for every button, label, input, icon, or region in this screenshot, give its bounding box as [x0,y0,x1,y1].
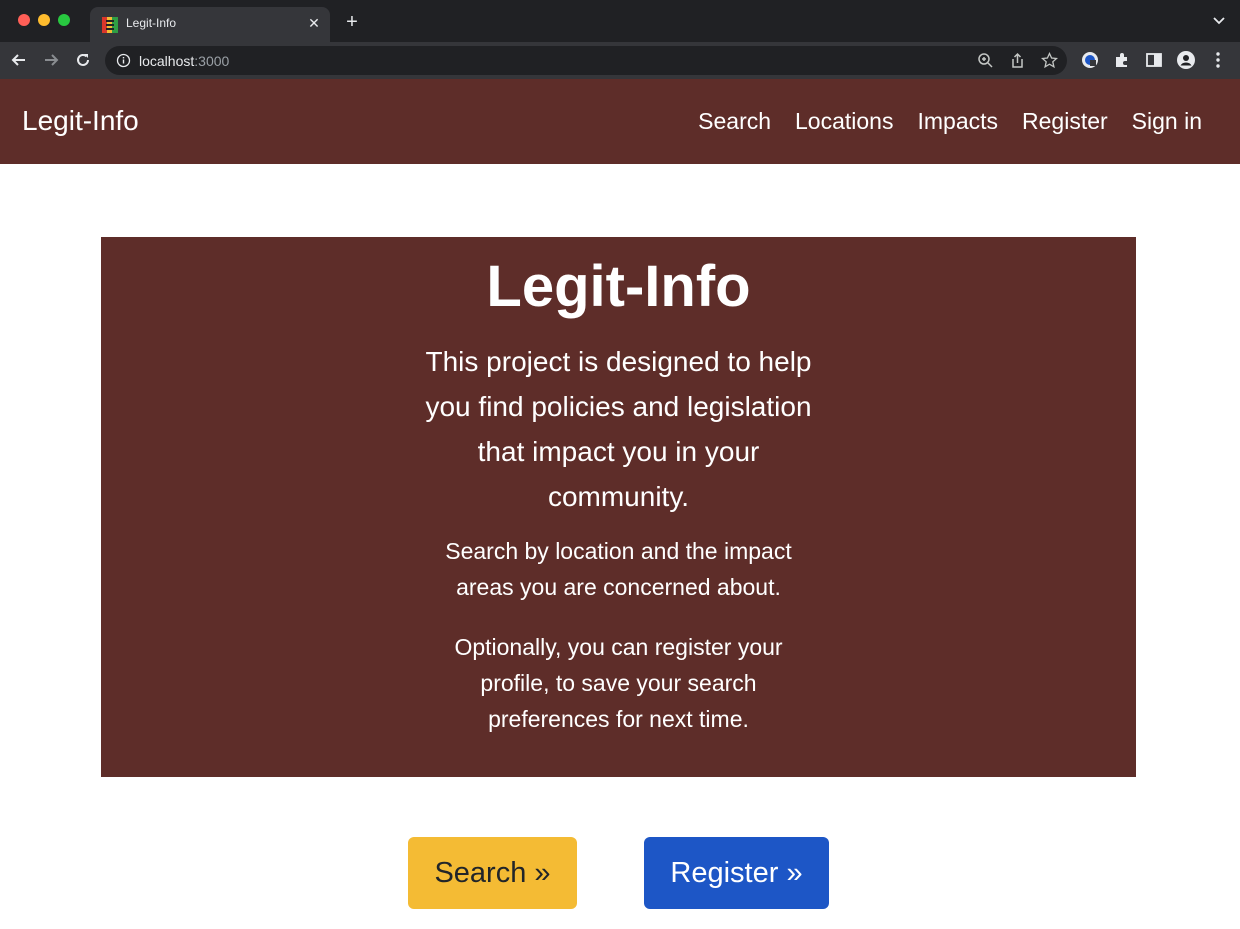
browser-toolbar: localhost:3000 [0,42,1240,79]
extensions-puzzle-icon[interactable] [1112,50,1132,70]
zoom-icon[interactable] [977,52,994,69]
forward-arrow-icon[interactable] [41,50,61,70]
browser-menu-icon[interactable] [1208,50,1228,70]
url-text: localhost:3000 [139,53,229,69]
share-icon[interactable] [1009,52,1026,69]
nav-link-register[interactable]: Register [1022,108,1108,135]
side-panel-icon[interactable] [1144,50,1164,70]
tab-title: Legit-Info [126,16,177,30]
tab-strip: Legit-Info ✕ + [0,0,1240,42]
close-tab-icon[interactable]: ✕ [306,15,322,31]
hero-search-description: Search by location and the impact areas … [445,538,792,600]
nav-link-sign-in[interactable]: Sign in [1132,108,1202,135]
browser-tab-active[interactable]: Legit-Info ✕ [90,7,330,42]
new-tab-button[interactable]: + [342,12,362,32]
browser-window-chrome: Legit-Info ✕ + localhost:3000 [0,0,1240,79]
maximize-window-button[interactable] [58,14,70,26]
site-favicon-icon [102,17,118,33]
nav-link-locations[interactable]: Locations [795,108,893,135]
register-button[interactable]: Register » [644,837,829,909]
hero-title: Legit-Info [486,254,751,319]
tab-search-chevron-icon[interactable] [1212,14,1226,28]
nav-links: Search Locations Impacts Register Sign i… [698,108,1202,135]
back-arrow-icon[interactable] [9,50,29,70]
site-info-icon[interactable] [116,53,131,68]
url-port: :3000 [194,53,230,69]
profile-avatar-icon[interactable] [1176,50,1196,70]
hero-jumbotron: Legit-Info This project is designed to h… [101,237,1136,777]
minimize-window-button[interactable] [38,14,50,26]
bookmark-star-icon[interactable] [1041,52,1058,69]
url-host: localhost [139,53,195,69]
extension-badge-icon[interactable] [1080,50,1100,70]
hero-register-description: Optionally, you can register your profil… [454,634,783,732]
hero-lead-text: This project is designed to help you fin… [425,346,812,512]
nav-link-search[interactable]: Search [698,108,771,135]
close-window-button[interactable] [18,14,30,26]
brand-link[interactable]: Legit-Info [22,105,139,137]
nav-link-impacts[interactable]: Impacts [917,108,998,135]
reload-icon[interactable] [73,50,93,70]
address-bar[interactable]: localhost:3000 [105,46,1067,75]
site-navbar: Legit-Info Search Locations Impacts Regi… [0,79,1240,164]
search-button[interactable]: Search » [408,837,577,909]
